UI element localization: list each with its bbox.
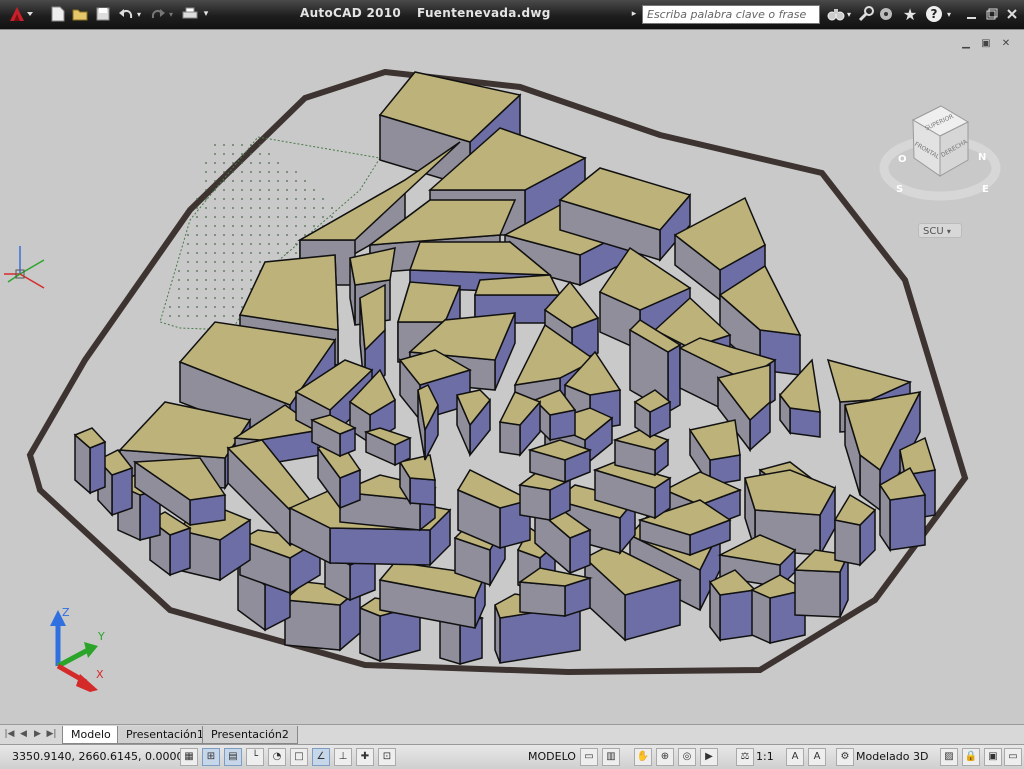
dynamic-ucs-icon[interactable]: ✚	[356, 748, 374, 766]
grid-display-icon[interactable]: ▤	[224, 748, 242, 766]
ucs-menu-label: SCU	[923, 226, 944, 237]
snap-mode-icon[interactable]: ⊞	[202, 748, 220, 766]
svg-text:?: ?	[931, 7, 938, 21]
drawing-restore-icon[interactable]: ▣	[980, 38, 992, 50]
communication-icon[interactable]	[876, 4, 896, 24]
workspace-selector[interactable]: Modelado 3D	[856, 750, 928, 763]
quick-view-layouts-icon[interactable]: ▭	[580, 748, 598, 766]
tab-presentacion2[interactable]: Presentación2	[202, 726, 298, 744]
annotation-scale-icon[interactable]: ⚖	[736, 748, 754, 766]
building-block[interactable]	[517, 567, 593, 618]
dynamic-input-icon[interactable]: ⊡	[378, 748, 396, 766]
minimize-window-icon[interactable]	[960, 2, 984, 26]
next-tab-icon[interactable]: ▶	[32, 728, 43, 741]
viewcube[interactable]: SUPERIOR FRONTAL DERECHA O N S E	[878, 100, 1008, 210]
hardware-acceleration-icon[interactable]: ▣	[984, 748, 1002, 766]
drawing-close-icon[interactable]: ✕	[1000, 38, 1012, 50]
auto-scale-icon[interactable]: A	[808, 748, 826, 766]
axis-z-label: Z	[62, 606, 70, 619]
compass-west[interactable]: O	[898, 154, 907, 165]
ortho-mode-icon[interactable]: └	[246, 748, 264, 766]
layout-tab-bar: |◀ ◀ ▶ ▶| Modelo Presentación1 Presentac…	[0, 724, 1024, 745]
first-tab-icon[interactable]: |◀	[4, 728, 15, 741]
showmotion-icon[interactable]: ▶	[700, 748, 718, 766]
annotation-scale-value[interactable]: 1:1	[756, 750, 774, 763]
redo-dropdown-icon[interactable]: ▾	[166, 4, 176, 24]
object-snap-icon[interactable]: □	[290, 748, 308, 766]
application-menu-button[interactable]	[4, 4, 38, 24]
status-bar: 3350.9140, 2660.6145, 0.0000 ▦ ⊞ ▤ └ ◔ □…	[0, 744, 1024, 769]
title-bar: ▾ ▾ ▾ AutoCAD 2010 Fuentenevada.dwg ▸ Esc…	[0, 0, 1024, 29]
quick-view-drawings-icon[interactable]: ▥	[602, 748, 620, 766]
favorites-star-icon[interactable]: ★	[900, 4, 920, 24]
building-block[interactable]	[455, 389, 492, 458]
quick-access-dropdown-icon[interactable]: ▾	[200, 4, 212, 24]
ucs-origin-icon	[4, 246, 45, 289]
ucs-menu-button[interactable]: SCU ▾	[918, 223, 962, 238]
object-snap-tracking-icon[interactable]: ⊥	[334, 748, 352, 766]
undo-dropdown-icon[interactable]: ▾	[134, 4, 144, 24]
axis-x-label: X	[96, 668, 104, 681]
drawing-area[interactable]: ▁ ▣ ✕ SUPERIOR FRONTAL DERECHA O N S E S…	[0, 29, 1024, 725]
building-block[interactable]	[363, 427, 413, 467]
chevron-down-icon: ▾	[946, 227, 951, 236]
restore-window-icon[interactable]	[982, 2, 1002, 26]
ucs-axes-icon: Z Y X	[50, 606, 105, 692]
clean-screen-icon[interactable]: ▭	[1004, 748, 1022, 766]
undo-icon[interactable]	[116, 4, 136, 24]
window-title: AutoCAD 2010 Fuentenevada.dwg	[300, 6, 567, 20]
building-block[interactable]	[73, 427, 107, 495]
steeringwheel-icon[interactable]: ◎	[678, 748, 696, 766]
zoom-icon[interactable]: ⊕	[656, 748, 674, 766]
model-space-toggle[interactable]: MODELO	[528, 750, 576, 763]
help-dropdown-icon[interactable]: ▾	[944, 4, 954, 24]
close-window-icon[interactable]	[1002, 2, 1022, 26]
prev-tab-icon[interactable]: ◀	[18, 728, 29, 741]
search-options-dropdown-icon[interactable]: ▾	[844, 4, 854, 24]
expand-search-icon[interactable]: ▸	[628, 4, 640, 24]
city-3d-model[interactable]	[0, 30, 1024, 725]
lock-icon[interactable]: 🔒	[962, 748, 980, 766]
compass-east[interactable]: E	[982, 184, 989, 195]
toolbar-lock-icon[interactable]: ▨	[940, 748, 958, 766]
help-icon[interactable]: ?	[924, 4, 944, 24]
last-tab-icon[interactable]: ▶|	[46, 728, 57, 741]
print-icon[interactable]	[180, 4, 200, 24]
building-block[interactable]	[833, 493, 877, 567]
save-icon[interactable]	[93, 4, 113, 24]
tab-modelo[interactable]: Modelo	[62, 726, 120, 744]
annotation-visibility-icon[interactable]: A	[786, 748, 804, 766]
new-file-icon[interactable]	[48, 4, 68, 24]
redo-icon[interactable]	[148, 4, 168, 24]
building-block[interactable]	[633, 389, 672, 439]
axis-y-label: Y	[97, 630, 105, 643]
coordinates-readout: 3350.9140, 2660.6145, 0.0000	[12, 750, 184, 763]
infer-constraints-icon[interactable]: ▦	[180, 748, 198, 766]
binoculars-icon[interactable]	[826, 4, 846, 24]
search-input[interactable]: Escriba palabra clave o frase	[642, 5, 820, 24]
polar-tracking-icon[interactable]: ◔	[268, 748, 286, 766]
workspace-gear-icon[interactable]: ⚙	[836, 748, 854, 766]
pan-icon[interactable]: ✋	[634, 748, 652, 766]
subscription-icon[interactable]	[856, 4, 876, 24]
tab-presentacion1[interactable]: Presentación1	[117, 726, 213, 744]
3d-object-snap-icon[interactable]: ∠	[312, 748, 330, 766]
open-file-icon[interactable]	[70, 4, 90, 24]
app-name: AutoCAD 2010	[300, 6, 402, 20]
compass-north[interactable]: N	[978, 152, 986, 163]
compass-south[interactable]: S	[896, 184, 903, 195]
file-name: Fuentenevada.dwg	[417, 6, 551, 20]
drawing-minimize-icon[interactable]: ▁	[960, 38, 972, 50]
building-block[interactable]	[498, 391, 542, 458]
